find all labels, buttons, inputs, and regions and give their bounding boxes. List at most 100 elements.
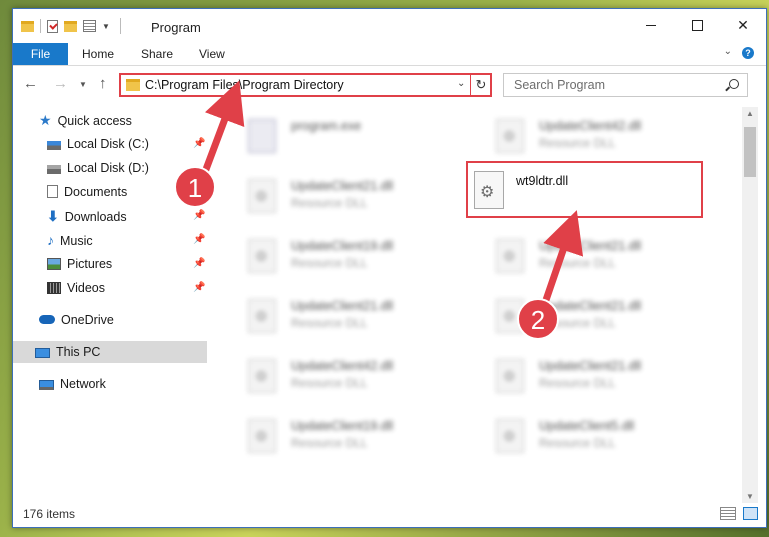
sidebar-item-quick-access[interactable]: ★ Quick access	[39, 109, 132, 131]
file-item[interactable]: UpdateClient21.dll Resource DLL	[476, 293, 706, 341]
pin-icon[interactable]: 📌	[193, 138, 205, 149]
back-arrow-icon[interactable]: ←	[23, 75, 38, 92]
file-type: Resource DLL	[291, 436, 368, 450]
pin-icon[interactable]: 📌	[193, 186, 205, 197]
file-name: UpdateClient21.dll	[539, 359, 642, 373]
ribbon-tabs: File Home Share View ⌄ ?	[13, 43, 766, 66]
item-count: 176 items	[23, 507, 76, 521]
file-item[interactable]: UpdateClient19.dll Resource DLL	[228, 233, 458, 281]
file-item[interactable]: program.exe	[228, 113, 458, 161]
dll-file-icon	[496, 299, 524, 333]
sidebar-item-local-disk-c[interactable]: Local Disk (C:)	[47, 133, 149, 155]
file-name: UpdateClient19.dll	[291, 419, 394, 433]
sidebar-item-label: Local Disk (D:)	[67, 161, 149, 175]
tab-file[interactable]: File	[13, 43, 68, 65]
help-icon[interactable]: ?	[742, 47, 754, 59]
tab-home[interactable]: Home	[82, 43, 114, 65]
file-item[interactable]: UpdateClient21.dll Resource DLL	[476, 353, 706, 401]
pin-icon[interactable]: 📌	[193, 282, 205, 293]
dll-file-icon	[248, 299, 276, 333]
sidebar-item-pictures[interactable]: Pictures	[47, 253, 112, 275]
tab-share[interactable]: Share	[141, 43, 173, 65]
dll-file-icon	[248, 359, 276, 393]
dll-file-icon	[248, 419, 276, 453]
file-type: Resource DLL	[539, 436, 616, 450]
this-pc-icon	[35, 348, 50, 358]
application-icon	[248, 119, 276, 153]
sidebar-item-label: This PC	[56, 345, 101, 359]
folder-icon[interactable]	[21, 20, 34, 32]
minimize-icon	[646, 24, 656, 26]
refresh-icon[interactable]: ↻	[470, 75, 491, 95]
file-name: UpdateClient21.dll	[539, 239, 642, 253]
pin-icon[interactable]: 📌	[193, 210, 205, 221]
file-item[interactable]: UpdateClient21.dll Resource DLL	[228, 173, 458, 221]
navigation-bar: ← → ▼ ↑ C:\Program Files\Program Directo…	[13, 71, 766, 99]
drive-icon	[47, 141, 61, 150]
sidebar-item-downloads[interactable]: ⬇ Downloads	[47, 205, 127, 227]
title-bar: ▼ Program ✕	[13, 9, 766, 41]
minimize-button[interactable]	[628, 9, 674, 41]
sidebar-item-label: Downloads	[64, 210, 127, 224]
close-button[interactable]: ✕	[720, 9, 766, 41]
address-dropdown-chevron-icon[interactable]: ⌄	[457, 78, 465, 89]
navigation-pane: ★ Quick access Local Disk (C:) 📌 Local Di…	[13, 107, 207, 507]
search-input[interactable]: Search Program	[503, 73, 748, 97]
search-icon[interactable]	[729, 79, 739, 89]
file-item[interactable]: UpdateClient21.dll Resource DLL	[476, 233, 706, 281]
sidebar-item-label: OneDrive	[61, 313, 114, 327]
star-icon: ★	[39, 112, 52, 128]
file-item[interactable]: UpdateClient42.dll Resource DLL	[228, 353, 458, 401]
vertical-scrollbar[interactable]: ▲ ▼	[742, 107, 758, 503]
pin-icon[interactable]: 📌	[193, 234, 205, 245]
file-item[interactable]: UpdateClient42.dll Resource DLL	[476, 113, 706, 161]
search-placeholder: Search Program	[514, 78, 606, 92]
sidebar-item-onedrive[interactable]: OneDrive	[39, 309, 114, 331]
videos-icon	[47, 282, 61, 294]
up-arrow-icon[interactable]: ↑	[99, 75, 107, 92]
pictures-icon	[47, 258, 61, 270]
sidebar-item-videos[interactable]: Videos	[47, 277, 105, 299]
sidebar-item-music[interactable]: ♪ Music	[47, 229, 93, 251]
sidebar-item-label: Videos	[67, 281, 105, 295]
sidebar-item-label: Documents	[64, 185, 128, 199]
file-name: UpdateClient21.dll	[539, 299, 642, 313]
music-icon: ♪	[47, 232, 54, 248]
network-icon	[39, 380, 54, 390]
sidebar-item-network[interactable]: Network	[39, 373, 106, 395]
new-folder-icon[interactable]	[64, 20, 77, 32]
forward-arrow-icon[interactable]: →	[53, 75, 68, 92]
recent-locations-chevron-icon[interactable]: ▼	[79, 80, 87, 89]
file-type: Resource DLL	[291, 196, 368, 210]
sidebar-item-local-disk-d[interactable]: Local Disk (D:)	[47, 157, 149, 179]
sidebar-item-this-pc[interactable]: This PC	[13, 341, 207, 363]
scrollbar-thumb[interactable]	[744, 127, 756, 177]
expand-ribbon-chevron-icon[interactable]: ⌄	[724, 46, 732, 57]
properties-icon[interactable]	[83, 20, 96, 32]
file-type: Resource DLL	[539, 256, 616, 270]
tab-view[interactable]: View	[199, 43, 225, 65]
close-icon: ✕	[737, 16, 749, 33]
file-item[interactable]: UpdateClient5.dll Resource DLL	[476, 413, 706, 461]
address-folder-icon	[126, 79, 140, 91]
details-view-icon[interactable]	[720, 507, 736, 520]
sidebar-item-documents[interactable]: Documents	[47, 181, 127, 203]
file-type: Resource DLL	[539, 136, 616, 150]
maximize-button[interactable]	[674, 9, 720, 41]
properties-check-icon[interactable]	[47, 19, 58, 33]
large-icons-view-icon[interactable]	[743, 507, 758, 520]
scroll-up-icon[interactable]: ▲	[746, 109, 754, 118]
downloads-icon: ⬇	[47, 208, 59, 224]
file-name: UpdateClient42.dll	[291, 359, 394, 373]
address-path[interactable]: C:\Program Files\Program Directory	[145, 78, 344, 92]
file-item[interactable]: UpdateClient21.dll Resource DLL	[228, 293, 458, 341]
highlighted-file-item[interactable]: wt9ldtr.dll	[466, 161, 703, 218]
sidebar-item-label: Network	[60, 377, 106, 391]
customize-toolbar-caret-icon[interactable]: ▼	[102, 22, 110, 31]
pin-icon[interactable]: 📌	[193, 258, 205, 269]
address-bar[interactable]: C:\Program Files\Program Directory ⌄ ↻	[119, 73, 492, 97]
file-type: Resource DLL	[291, 376, 368, 390]
file-item[interactable]: UpdateClient19.dll Resource DLL	[228, 413, 458, 461]
file-type: Resource DLL	[539, 316, 616, 330]
scroll-down-icon[interactable]: ▼	[746, 492, 754, 501]
